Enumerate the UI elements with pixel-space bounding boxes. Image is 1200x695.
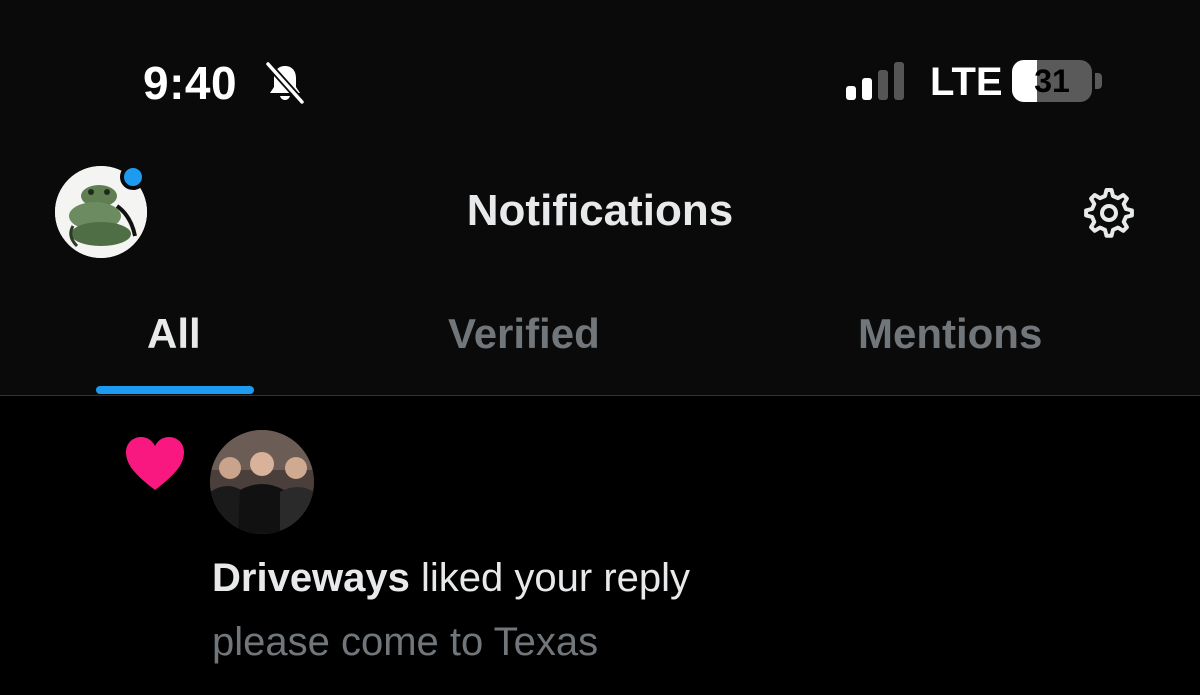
group-photo-avatar (210, 430, 314, 534)
user-avatar[interactable] (210, 430, 314, 534)
signal-icon (846, 62, 904, 100)
gear-icon[interactable] (1080, 184, 1138, 242)
network-type: LTE (930, 60, 1003, 104)
battery-level: 31 (1034, 63, 1070, 99)
divider (0, 395, 1200, 396)
bell-slash-icon (265, 61, 305, 105)
status-time: 9:40 (143, 57, 238, 109)
tab-verified[interactable]: Verified (448, 310, 600, 358)
notification-text: Driveways liked your reply (212, 556, 690, 601)
notification-action: liked your reply (409, 556, 691, 600)
notification-quote: please come to Texas (212, 620, 599, 664)
battery-icon: 31 (1012, 60, 1104, 102)
notification-user-name[interactable]: Driveways (212, 556, 410, 600)
tab-all[interactable]: All (147, 310, 201, 358)
page-title: Notifications (466, 186, 734, 235)
tab-mentions[interactable]: Mentions (858, 310, 1042, 358)
active-tab-indicator (96, 386, 254, 394)
heart-icon (126, 437, 184, 490)
